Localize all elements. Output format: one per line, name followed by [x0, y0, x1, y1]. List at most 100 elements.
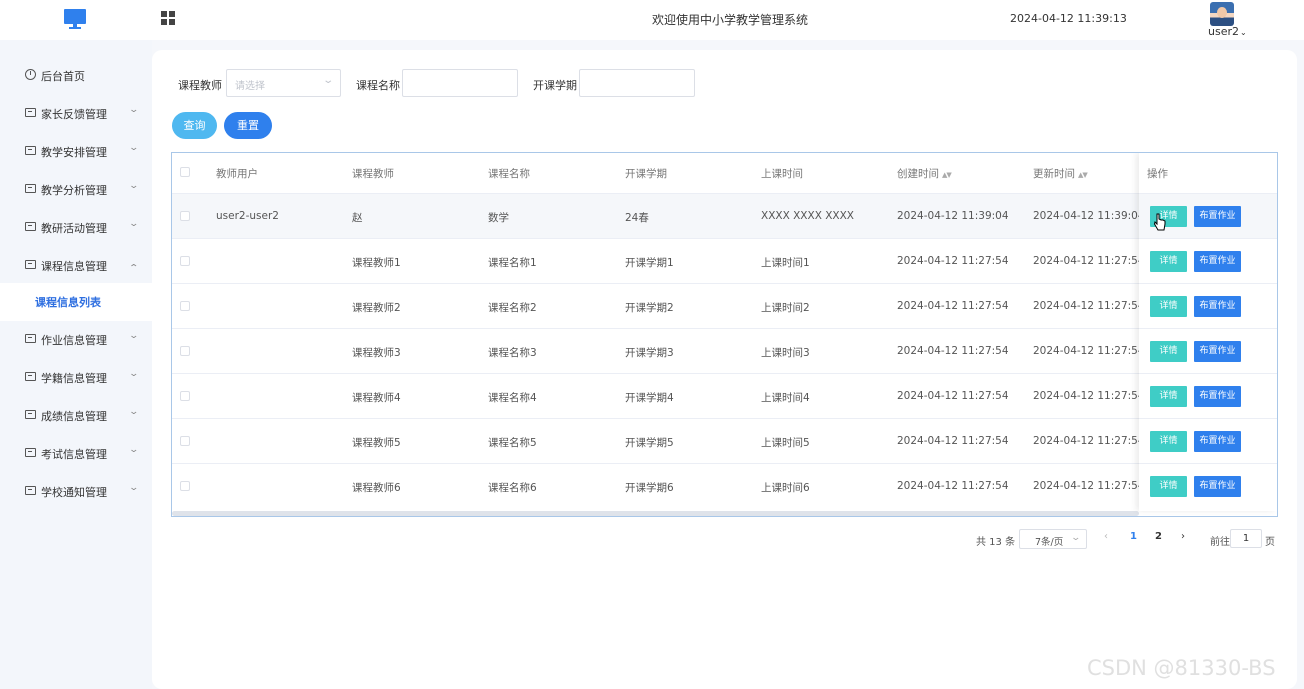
sidebar-item-course-info[interactable]: 课程信息管理 ⌄ [0, 247, 152, 285]
chevron-down-icon: ⌄ [128, 483, 140, 493]
query-button[interactable]: 查询 [172, 112, 217, 139]
goto-page-input[interactable]: 1 [1230, 529, 1262, 548]
detail-button[interactable]: 详情 [1150, 476, 1187, 497]
sidebar-item-exams[interactable]: 考试信息管理 ⌄ [0, 435, 152, 473]
sidebar-item-teaching-analysis[interactable]: 教学分析管理 ⌄ [0, 171, 152, 209]
avatar[interactable] [1210, 2, 1234, 26]
column-header-label: 更新时间 [1033, 168, 1075, 180]
sidebar-item-label: 课程信息管理 [41, 260, 107, 273]
sidebar-item-research[interactable]: 教研活动管理 ⌄ [0, 209, 152, 247]
menu-icon [25, 222, 36, 231]
table-cell: 2024-04-12 11:27:54 [897, 480, 1009, 492]
select-all-checkbox[interactable] [180, 167, 190, 177]
row-checkbox[interactable] [180, 256, 190, 266]
sidebar-item-label: 家长反馈管理 [41, 108, 107, 121]
chevron-down-icon: ⌄ [321, 75, 334, 86]
header-datetime: 2024-04-12 11:39:13 [1010, 12, 1127, 25]
table-cell: 开课学期3 [625, 347, 674, 359]
sidebar-item-homework[interactable]: 作业信息管理 ⌄ [0, 321, 152, 359]
table-cell: 2024-04-12 11:27:54 [897, 255, 1009, 267]
sidebar-subitem-course-list[interactable]: 课程信息列表 [0, 283, 152, 321]
assign-homework-button[interactable]: 布置作业 [1194, 341, 1241, 362]
chevron-down-icon: ⌄ [128, 369, 140, 379]
sidebar-item-home[interactable]: 后台首页 [0, 57, 152, 95]
teacher-select[interactable]: 请选择 ⌄ [226, 69, 341, 97]
assign-homework-button[interactable]: 布置作业 [1194, 206, 1241, 227]
grid-menu-icon[interactable] [161, 11, 176, 26]
column-header: 课程教师 [352, 168, 394, 180]
assign-homework-button[interactable]: 布置作业 [1194, 296, 1241, 317]
prev-page-icon[interactable]: ‹ [1104, 531, 1108, 542]
term-input[interactable] [579, 69, 695, 97]
table-cell: 2024-04-12 11:27:54 [1033, 390, 1145, 402]
chevron-down-icon: ⌄ [128, 407, 140, 417]
column-header: 上课时间 [761, 168, 803, 180]
page-size-value: 7条/页 [1035, 537, 1064, 548]
clock-icon [25, 69, 36, 80]
user-menu[interactable]: user2⌄ [1208, 25, 1247, 38]
table-cell: 开课学期2 [625, 302, 674, 314]
operations-cell: 详情 布置作业 [1139, 418, 1277, 463]
detail-button[interactable]: 详情 [1150, 431, 1187, 452]
teacher-filter-label: 课程教师 [178, 79, 222, 92]
table-cell: 数学 [488, 212, 509, 224]
column-header: 开课学期 [625, 168, 667, 180]
table-header-row: 教师用户 课程教师 课程名称 开课学期 上课时间 创建时间 ▲▼ 更新时间 ▲▼ [172, 153, 1277, 193]
assign-homework-button[interactable]: 布置作业 [1194, 431, 1241, 452]
table-cell: 课程名称5 [488, 437, 537, 449]
next-page-icon[interactable]: › [1181, 531, 1185, 542]
sort-icon: ▲▼ [942, 171, 952, 179]
detail-button[interactable]: 详情 [1150, 341, 1187, 362]
table-cell: 课程教师6 [352, 482, 401, 494]
row-checkbox[interactable] [180, 301, 190, 311]
page-number-1[interactable]: 1 [1130, 531, 1137, 542]
sidebar-item-feedback[interactable]: 家长反馈管理 ⌄ [0, 95, 152, 133]
chevron-down-icon: ⌄ [128, 219, 140, 229]
row-checkbox[interactable] [180, 391, 190, 401]
row-checkbox[interactable] [180, 436, 190, 446]
table-cell: XXXX XXXX XXXX [761, 210, 854, 222]
detail-button[interactable]: 详情 [1150, 386, 1187, 407]
table-cell: 上课时间2 [761, 302, 810, 314]
table-cell: 课程名称2 [488, 302, 537, 314]
sidebar-item-student-records[interactable]: 学籍信息管理 ⌄ [0, 359, 152, 397]
page-number-2[interactable]: 2 [1155, 531, 1162, 542]
hand-cursor-icon [1154, 213, 1166, 231]
table-cell: 2024-04-12 11:39:04 [1033, 210, 1145, 222]
detail-button[interactable]: 详情 [1150, 296, 1187, 317]
table-cell: 2024-04-12 11:39:04 [897, 210, 1009, 222]
sidebar-item-teaching-plan[interactable]: 教学安排管理 ⌄ [0, 133, 152, 171]
table-cell: 上课时间4 [761, 392, 810, 404]
table-cell: 课程名称1 [488, 257, 537, 269]
menu-icon [25, 334, 36, 343]
page-size-select[interactable]: 7条/页 ⌄ [1019, 529, 1087, 549]
sort-icon: ▲▼ [1078, 171, 1088, 179]
assign-homework-button[interactable]: 布置作业 [1194, 386, 1241, 407]
sidebar-item-label: 学籍信息管理 [41, 372, 107, 385]
monitor-logo-icon [64, 9, 86, 29]
chevron-up-icon: ⌄ [128, 261, 140, 271]
table-cell: 2024-04-12 11:27:54 [897, 435, 1009, 447]
chevron-down-icon: ⌄ [1240, 28, 1247, 37]
table-cell: 课程名称3 [488, 347, 537, 359]
sidebar-item-grades[interactable]: 成绩信息管理 ⌄ [0, 397, 152, 435]
operations-cell: 详情 布置作业 [1139, 283, 1277, 328]
detail-button[interactable]: 详情 [1150, 251, 1187, 272]
course-name-input[interactable] [402, 69, 518, 97]
column-header-sortable[interactable]: 更新时间 ▲▼ [1033, 166, 1088, 181]
horizontal-scrollbar[interactable] [172, 511, 1139, 516]
row-checkbox[interactable] [180, 346, 190, 356]
reset-button[interactable]: 重置 [224, 112, 272, 139]
column-header-sortable[interactable]: 创建时间 ▲▼ [897, 166, 952, 181]
table-cell: 2024-04-12 11:27:54 [1033, 255, 1145, 267]
row-checkbox[interactable] [180, 211, 190, 221]
sidebar-item-label: 后台首页 [41, 70, 85, 83]
table-cell: 课程教师1 [352, 257, 401, 269]
sidebar-item-notices[interactable]: 学校通知管理 ⌄ [0, 473, 152, 511]
assign-homework-button[interactable]: 布置作业 [1194, 476, 1241, 497]
row-checkbox[interactable] [180, 481, 190, 491]
menu-icon [25, 184, 36, 193]
assign-homework-button[interactable]: 布置作业 [1194, 251, 1241, 272]
goto-label: 前往 [1210, 537, 1230, 548]
menu-icon [25, 486, 36, 495]
